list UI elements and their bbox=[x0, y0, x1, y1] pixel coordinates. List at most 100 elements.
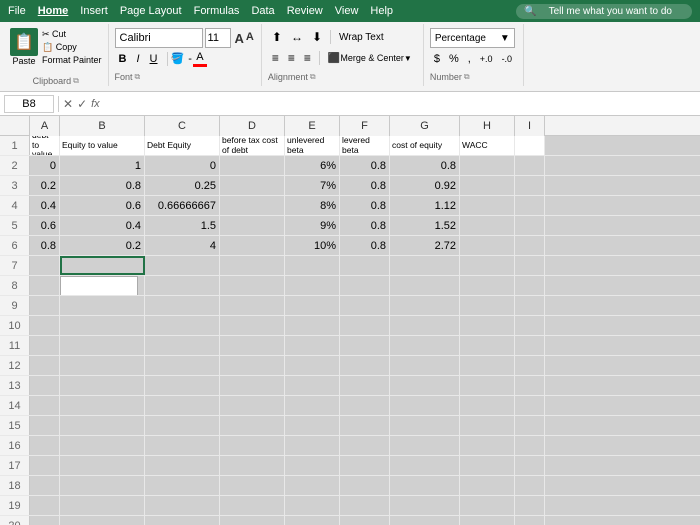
cell[interactable] bbox=[515, 296, 545, 315]
cell[interactable] bbox=[390, 256, 460, 275]
chart-object[interactable]: ✛ bbox=[60, 276, 138, 295]
cell[interactable] bbox=[30, 396, 60, 415]
cell[interactable] bbox=[30, 256, 60, 275]
cell[interactable] bbox=[145, 496, 220, 515]
cell[interactable] bbox=[515, 516, 545, 525]
cell[interactable]: 6% bbox=[285, 156, 340, 175]
cell[interactable] bbox=[30, 476, 60, 495]
cell[interactable] bbox=[285, 456, 340, 475]
cell[interactable] bbox=[390, 276, 460, 295]
cell[interactable]: unlevered beta bbox=[285, 136, 340, 155]
paste-button[interactable]: 📋 Paste bbox=[10, 28, 38, 66]
cell[interactable] bbox=[390, 456, 460, 475]
cell[interactable] bbox=[285, 396, 340, 415]
cell[interactable]: 8% bbox=[285, 196, 340, 215]
cell[interactable]: debt to value bbox=[30, 136, 60, 155]
cell[interactable] bbox=[340, 396, 390, 415]
cell[interactable] bbox=[515, 196, 545, 215]
cell[interactable] bbox=[220, 496, 285, 515]
cell[interactable] bbox=[30, 516, 60, 525]
menu-view[interactable]: View bbox=[335, 5, 359, 17]
cell[interactable] bbox=[145, 276, 220, 295]
cell[interactable]: 4 bbox=[145, 236, 220, 255]
cell[interactable] bbox=[220, 356, 285, 375]
cell[interactable] bbox=[285, 376, 340, 395]
cell[interactable] bbox=[515, 136, 545, 155]
cell[interactable] bbox=[515, 316, 545, 335]
cell[interactable] bbox=[220, 256, 285, 275]
cell[interactable] bbox=[285, 296, 340, 315]
cell[interactable] bbox=[145, 476, 220, 495]
menu-insert[interactable]: Insert bbox=[80, 5, 108, 17]
merge-dropdown-icon[interactable]: ▼ bbox=[404, 54, 412, 63]
cell[interactable] bbox=[340, 456, 390, 475]
cell[interactable] bbox=[460, 276, 515, 295]
cell[interactable] bbox=[145, 316, 220, 335]
cell[interactable] bbox=[60, 456, 145, 475]
cell[interactable] bbox=[30, 456, 60, 475]
cell[interactable]: 0.8 bbox=[390, 156, 460, 175]
align-bottom-button[interactable]: ⬇ bbox=[308, 28, 326, 46]
cell[interactable]: 7% bbox=[285, 176, 340, 195]
cell-reference-input[interactable] bbox=[4, 95, 54, 113]
cell[interactable]: 9% bbox=[285, 216, 340, 235]
cell[interactable] bbox=[285, 476, 340, 495]
cell[interactable] bbox=[60, 516, 145, 525]
menu-page-layout[interactable]: Page Layout bbox=[120, 5, 182, 17]
wrap-text-button[interactable]: Wrap Text bbox=[334, 30, 389, 45]
merge-center-button[interactable]: ⬛ Merge & Center ▼ bbox=[323, 51, 417, 66]
decrease-decimal-button[interactable]: -.0 bbox=[498, 52, 517, 66]
cell[interactable]: levered beta bbox=[340, 136, 390, 155]
cell[interactable] bbox=[515, 256, 545, 275]
font-size-input[interactable] bbox=[205, 28, 231, 48]
font-name-input[interactable] bbox=[115, 28, 203, 48]
cell[interactable]: 2.72 bbox=[390, 236, 460, 255]
menu-home[interactable]: Home bbox=[38, 5, 69, 17]
number-format-dropdown[interactable]: Percentage ▼ bbox=[430, 28, 515, 48]
cell[interactable]: 0 bbox=[30, 156, 60, 175]
font-launcher[interactable]: ⧉ bbox=[135, 72, 141, 82]
cell[interactable] bbox=[285, 276, 340, 295]
cell[interactable] bbox=[340, 276, 390, 295]
cell[interactable] bbox=[340, 436, 390, 455]
cell[interactable] bbox=[60, 336, 145, 355]
cell[interactable] bbox=[220, 216, 285, 235]
increase-font-size-button[interactable]: A bbox=[235, 31, 244, 46]
cell[interactable] bbox=[220, 156, 285, 175]
cell[interactable] bbox=[30, 296, 60, 315]
cell[interactable] bbox=[460, 376, 515, 395]
cell[interactable]: 0.4 bbox=[60, 216, 145, 235]
cell[interactable] bbox=[460, 296, 515, 315]
cell[interactable] bbox=[340, 496, 390, 515]
cell[interactable] bbox=[60, 416, 145, 435]
decrease-font-size-button[interactable]: A bbox=[246, 31, 254, 46]
cell[interactable] bbox=[515, 176, 545, 195]
cell[interactable] bbox=[515, 236, 545, 255]
italic-button[interactable]: I bbox=[132, 51, 143, 67]
cell[interactable] bbox=[460, 456, 515, 475]
alignment-launcher[interactable]: ⧉ bbox=[310, 72, 316, 82]
cell[interactable]: Equity to value bbox=[60, 136, 145, 155]
cell[interactable]: 0.8 bbox=[340, 176, 390, 195]
align-right-button[interactable]: ≡ bbox=[300, 49, 315, 67]
cell[interactable] bbox=[285, 416, 340, 435]
cell[interactable]: 0 bbox=[145, 156, 220, 175]
cell[interactable] bbox=[390, 496, 460, 515]
cell[interactable] bbox=[460, 216, 515, 235]
copy-button[interactable]: 📋 Copy bbox=[42, 41, 102, 54]
cell[interactable]: 0.25 bbox=[145, 176, 220, 195]
cell[interactable] bbox=[30, 276, 60, 295]
cell[interactable] bbox=[285, 256, 340, 275]
cell[interactable] bbox=[285, 436, 340, 455]
cell[interactable] bbox=[515, 336, 545, 355]
cell[interactable] bbox=[60, 436, 145, 455]
cell[interactable] bbox=[145, 416, 220, 435]
cell[interactable] bbox=[390, 396, 460, 415]
menu-data[interactable]: Data bbox=[251, 5, 274, 17]
cell[interactable] bbox=[340, 416, 390, 435]
cell[interactable] bbox=[220, 296, 285, 315]
cell[interactable] bbox=[390, 476, 460, 495]
font-color-button[interactable]: A bbox=[193, 52, 207, 67]
cell[interactable] bbox=[145, 396, 220, 415]
cell[interactable] bbox=[390, 436, 460, 455]
